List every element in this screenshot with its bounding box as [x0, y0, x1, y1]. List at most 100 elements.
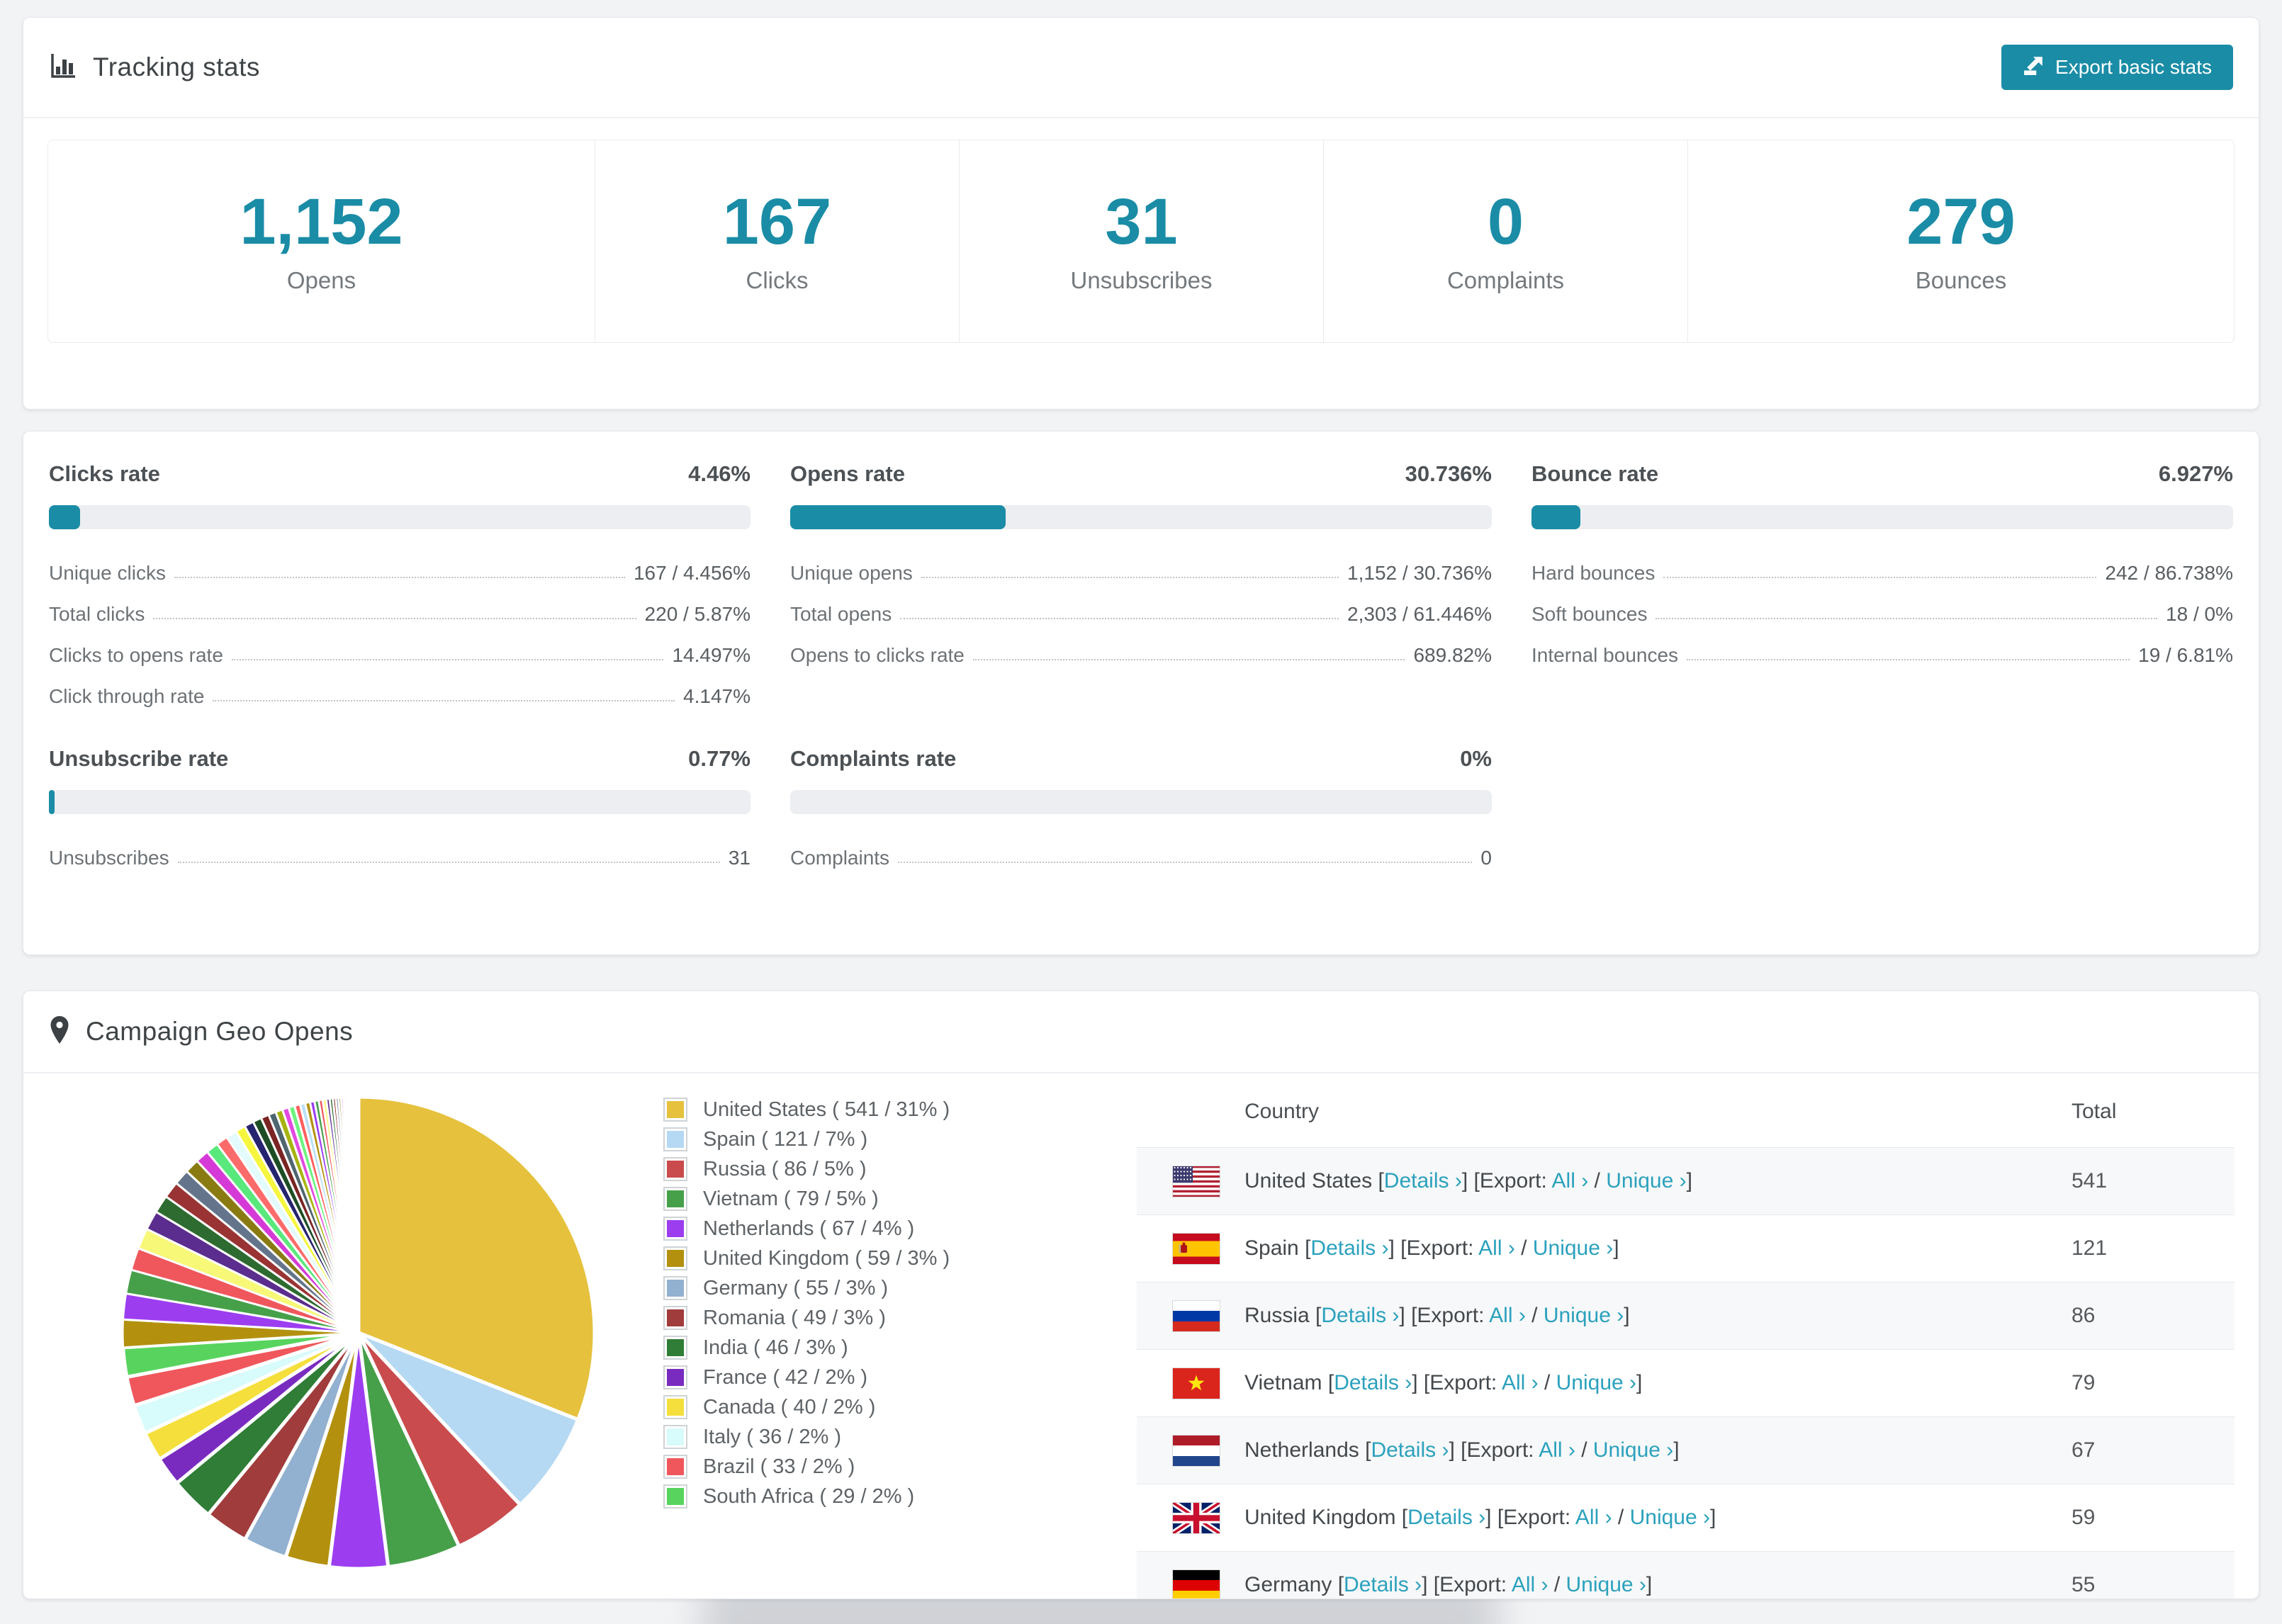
- export-all-link[interactable]: All ›: [1489, 1304, 1526, 1327]
- rate-section-unsubscribe-rate: Unsubscribe rate 0.77% Unsubscribes 31: [49, 745, 751, 868]
- legend-item-germany[interactable]: Germany ( 55 / 3% ): [663, 1273, 950, 1303]
- legend-item-russia[interactable]: Russia ( 86 / 5% ): [663, 1154, 950, 1184]
- legend-swatch: [663, 1187, 687, 1211]
- legend-item-spain[interactable]: Spain ( 121 / 7% ): [663, 1124, 950, 1154]
- country-name: United States: [1244, 1169, 1373, 1192]
- country-cell: United States [Details ›] [Export: All ›…: [1244, 1169, 1692, 1192]
- total-cell: 79: [2072, 1371, 2096, 1394]
- details-link[interactable]: Details ›: [1310, 1236, 1388, 1260]
- country-cell: Russia [Details ›] [Export: All › / Uniq…: [1244, 1304, 1630, 1327]
- legend-item-italy[interactable]: Italy ( 36 / 2% ): [663, 1422, 950, 1452]
- summary-stats-row: 1,152 Opens 167 Clicks 31 Unsubscribes 0 Compla…: [47, 140, 2235, 343]
- country-name: Russia: [1244, 1304, 1310, 1327]
- country-name: Spain: [1244, 1236, 1299, 1260]
- legend-label: France ( 42 / 2% ): [703, 1365, 868, 1389]
- legend-swatch: [663, 1484, 687, 1509]
- rate-detail-label: Hard bounces: [1531, 561, 1656, 584]
- pie-legend: United States ( 541 / 31% ) Spain ( 121 /…: [663, 1095, 950, 1511]
- dotted-leader: [1687, 659, 2130, 660]
- rate-progress-fill: [49, 790, 55, 814]
- rate-progress-bar: [790, 790, 1492, 814]
- export-unique-link[interactable]: Unique ›: [1593, 1438, 1673, 1462]
- country-name: Germany: [1244, 1573, 1332, 1596]
- details-link[interactable]: Details ›: [1321, 1304, 1399, 1327]
- rate-detail-label: Clicks to opens rate: [49, 643, 223, 666]
- rate-section-bounce-rate: Bounce rate 6.927% Hard bounces 242 / 86.73…: [1531, 460, 2233, 706]
- rate-title: Complaints rate: [790, 746, 957, 771]
- rate-section-clicks-rate: Clicks rate 4.46% Unique clicks 167 / 4.456…: [49, 460, 751, 706]
- export-all-link[interactable]: All ›: [1575, 1506, 1612, 1529]
- campaign-stats-page: Tracking stats Export basic stats 1,152 O…: [0, 0, 2282, 1624]
- details-link[interactable]: Details ›: [1371, 1438, 1449, 1462]
- geo-opens-card: Campaign Geo Opens United States ( 541 /…: [23, 991, 2259, 1599]
- legend-item-india[interactable]: India ( 46 / 3% ): [663, 1333, 950, 1363]
- export-all-link[interactable]: All ›: [1512, 1573, 1548, 1596]
- rate-detail-row: Clicks to opens rate 14.497%: [49, 624, 751, 665]
- details-link[interactable]: Details ›: [1334, 1371, 1412, 1394]
- export-unique-link[interactable]: Unique ›: [1544, 1304, 1624, 1327]
- rate-detail-value: 4.147%: [683, 684, 751, 707]
- rate-detail-row: Soft bounces 18 / 0%: [1531, 583, 2233, 624]
- summary-stat-clicks: 167 Clicks: [595, 140, 959, 342]
- export-all-link[interactable]: All ›: [1552, 1169, 1589, 1192]
- legend-item-vietnam[interactable]: Vietnam ( 79 / 5% ): [663, 1184, 950, 1214]
- legend-item-netherlands[interactable]: Netherlands ( 67 / 4% ): [663, 1214, 950, 1244]
- details-link[interactable]: Details ›: [1384, 1169, 1462, 1192]
- flag-us-icon: [1172, 1165, 1220, 1197]
- stat-label: Bounces: [1915, 266, 2007, 293]
- legend-swatch: [663, 1336, 687, 1360]
- geo-opens-table: Country Total United States [Details ›] …: [1137, 1076, 2235, 1598]
- export-unique-link[interactable]: Unique ›: [1566, 1573, 1646, 1596]
- total-cell: 541: [2072, 1169, 2108, 1192]
- export-unique-link[interactable]: Unique ›: [1556, 1371, 1636, 1394]
- geo-table-row-russia: Russia [Details ›] [Export: All › / Uniq…: [1137, 1282, 2235, 1349]
- export-unique-link[interactable]: Unique ›: [1630, 1506, 1710, 1529]
- export-basic-stats-button[interactable]: Export basic stats: [2001, 45, 2233, 90]
- geo-table-body: United States [Details ›] [Export: All ›…: [1137, 1147, 2235, 1598]
- legend-item-south-africa[interactable]: South Africa ( 29 / 2% ): [663, 1482, 950, 1511]
- export-all-link[interactable]: All ›: [1478, 1236, 1515, 1260]
- export-unique-link[interactable]: Unique ›: [1533, 1236, 1613, 1260]
- country-cell: Netherlands [Details ›] [Export: All › /…: [1244, 1438, 1680, 1462]
- dotted-leader: [898, 862, 1473, 863]
- rate-detail-value: 220 / 5.87%: [644, 602, 751, 625]
- rate-section-opens-rate: Opens rate 30.736% Unique opens 1,152 / 30.…: [790, 460, 1492, 706]
- dotted-leader: [231, 659, 664, 660]
- legend-label: Brazil ( 33 / 2% ): [703, 1455, 855, 1478]
- rate-detail-row: Unique opens 1,152 / 30.736%: [790, 542, 1492, 583]
- total-cell: 121: [2072, 1236, 2108, 1260]
- country-column-header: Country: [1244, 1100, 1320, 1123]
- rate-detail-label: Total opens: [790, 602, 892, 625]
- legend-item-united-states[interactable]: United States ( 541 / 31% ): [663, 1095, 950, 1124]
- dotted-leader: [153, 618, 636, 619]
- rate-title: Bounce rate: [1531, 461, 1659, 486]
- export-unique-link[interactable]: Unique ›: [1606, 1169, 1686, 1192]
- bar-chart-icon: [49, 52, 77, 84]
- rate-detail-row: Hard bounces 242 / 86.738%: [1531, 542, 2233, 583]
- legend-item-france[interactable]: France ( 42 / 2% ): [663, 1363, 950, 1392]
- details-link[interactable]: Details ›: [1344, 1573, 1422, 1596]
- rate-detail-value: 0: [1480, 846, 1492, 869]
- legend-item-brazil[interactable]: Brazil ( 33 / 2% ): [663, 1452, 950, 1482]
- legend-item-united-kingdom[interactable]: United Kingdom ( 59 / 3% ): [663, 1244, 950, 1273]
- legend-item-canada[interactable]: Canada ( 40 / 2% ): [663, 1392, 950, 1422]
- rate-detail-row: Unsubscribes 31: [49, 827, 751, 868]
- rate-detail-label: Opens to clicks rate: [790, 643, 965, 666]
- rate-detail-value: 242 / 86.738%: [2105, 561, 2233, 584]
- export-all-link[interactable]: All ›: [1502, 1371, 1539, 1394]
- summary-stat-unsubscribes: 31 Unsubscribes: [959, 140, 1323, 342]
- legend-item-romania[interactable]: Romania ( 49 / 3% ): [663, 1303, 950, 1333]
- export-all-link[interactable]: All ›: [1539, 1438, 1575, 1462]
- flag-es-icon: [1172, 1232, 1220, 1265]
- country-cell: Germany [Details ›] [Export: All › / Uni…: [1244, 1573, 1653, 1596]
- details-link[interactable]: Details ›: [1407, 1506, 1485, 1529]
- total-cell: 86: [2072, 1304, 2096, 1327]
- rate-detail-value: 1,152 / 30.736%: [1347, 561, 1492, 584]
- rate-detail-value: 14.497%: [672, 643, 751, 666]
- rate-progress-bar: [1531, 505, 2233, 529]
- rate-detail-row: Total clicks 220 / 5.87%: [49, 583, 751, 624]
- summary-stat-bounces: 279 Bounces: [1687, 140, 2234, 342]
- legend-swatch: [663, 1098, 687, 1122]
- legend-label: South Africa ( 29 / 2% ): [703, 1484, 915, 1508]
- rate-detail-row: Total opens 2,303 / 61.446%: [790, 583, 1492, 624]
